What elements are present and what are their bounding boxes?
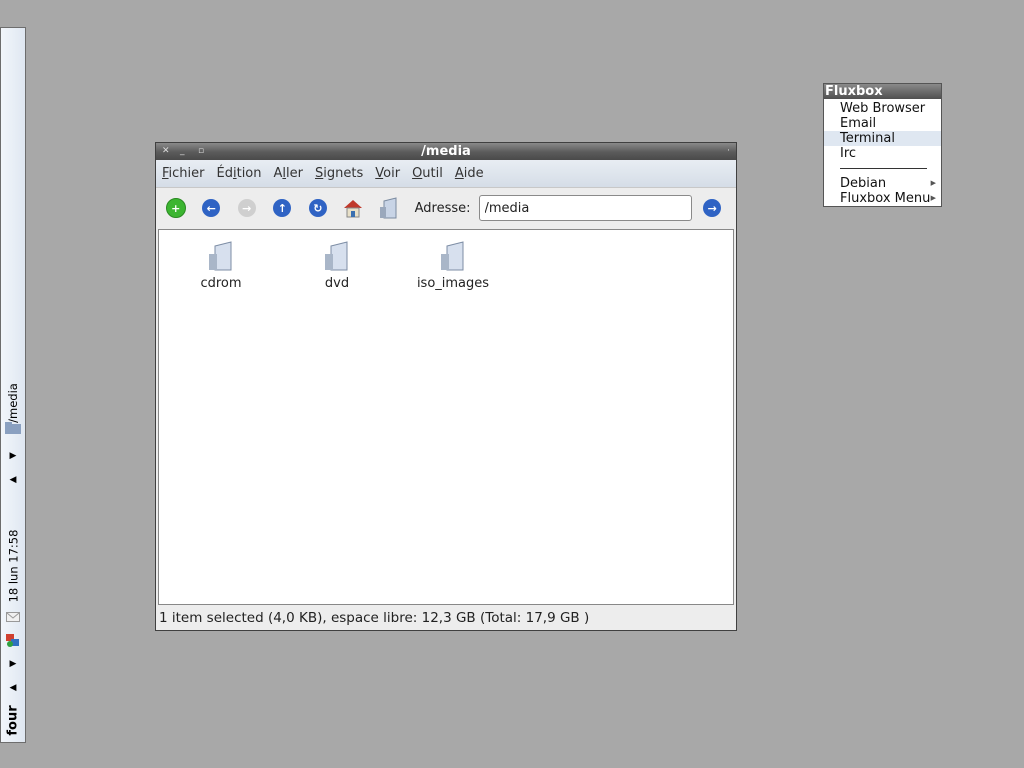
folder-icon [437, 240, 469, 272]
go-icon[interactable]: → [700, 196, 724, 220]
fluxbox-toolbar: four ◀ ▶ 18 lun 17:58 ◀ ▶ /media [0, 27, 26, 743]
workspace-label: four [5, 704, 21, 736]
menu-title: Fluxbox [824, 84, 941, 99]
folder-icon [321, 240, 353, 272]
menubar: Fichier Édition Aller Signets Voir Outil… [156, 160, 736, 188]
menu-item-label: Debian [840, 176, 887, 191]
menu-aide[interactable]: Aide [455, 166, 484, 181]
window-titlebar[interactable]: ✕ _ ▫ /media · [156, 143, 736, 160]
item-label: cdrom [200, 276, 242, 291]
item-label: dvd [324, 276, 350, 291]
folder-item-dvd[interactable]: dvd [292, 240, 382, 291]
task-label: /media [6, 383, 21, 423]
menu-voir[interactable]: Voir [375, 166, 400, 181]
folder-item-iso-images[interactable]: iso_images [408, 240, 498, 291]
menu-aller[interactable]: Aller [274, 166, 304, 181]
folder-item-cdrom[interactable]: cdrom [176, 240, 266, 291]
clock-label: 18 lun 17:58 [6, 529, 21, 603]
menu-signets[interactable]: Signets [315, 166, 363, 181]
address-input[interactable] [478, 195, 693, 221]
submenu-arrow-icon: ▶ [930, 194, 936, 202]
workspace-name[interactable]: four [1, 700, 25, 740]
folder-icon [205, 240, 237, 272]
menu-outil[interactable]: Outil [412, 166, 443, 181]
taskbar-item-media[interactable]: /media [1, 358, 25, 448]
clock: 18 lun 17:58 [1, 506, 25, 626]
submenu-arrow-icon: ▶ [930, 179, 936, 187]
drives-icon[interactable] [377, 196, 401, 220]
add-icon[interactable]: + [164, 196, 188, 220]
menu-item-debian[interactable]: Debian ▶ [824, 176, 941, 191]
menu-item-terminal[interactable]: Terminal [824, 131, 941, 146]
menu-item-web-browser[interactable]: Web Browser [824, 101, 941, 116]
file-view[interactable]: cdrom dvd iso_images [158, 229, 734, 605]
file-manager-window: ✕ _ ▫ /media · Fichier Édition Aller Sig… [155, 142, 737, 631]
menu-separator [840, 168, 927, 169]
menu-item-label: Fluxbox Menu [840, 191, 931, 206]
reload-icon[interactable]: ↻ [306, 196, 330, 220]
workspace-prev-icon[interactable]: ◀ [1, 680, 25, 696]
menu-item-email[interactable]: Email [824, 116, 941, 131]
stick-icon[interactable]: · [727, 143, 730, 160]
navigation-toolbar: + ← → ↑ ↻ Adresse: → [156, 188, 736, 228]
task-prev-icon[interactable]: ◀ [1, 472, 25, 488]
network-icon[interactable] [1, 631, 25, 649]
menu-item-irc[interactable]: Irc [824, 146, 941, 161]
window-title: /media [421, 144, 471, 159]
status-bar: 1 item selected (4,0 KB), espace libre: … [159, 610, 590, 626]
address-label: Adresse: [414, 200, 471, 216]
menu-item-fluxbox-menu[interactable]: Fluxbox Menu ▶ [824, 191, 941, 206]
task-next-icon[interactable]: ▶ [1, 448, 25, 464]
up-icon[interactable]: ↑ [271, 196, 295, 220]
item-label: iso_images [416, 276, 490, 291]
forward-icon: → [235, 196, 259, 220]
home-icon[interactable] [342, 196, 366, 220]
menu-edition[interactable]: Édition [217, 166, 262, 181]
workspace-next-icon[interactable]: ▶ [1, 656, 25, 672]
menu-fichier[interactable]: Fichier [162, 166, 205, 181]
back-icon[interactable]: ← [200, 196, 224, 220]
fluxbox-root-menu: Fluxbox Web Browser Email Terminal Irc D… [823, 83, 942, 207]
